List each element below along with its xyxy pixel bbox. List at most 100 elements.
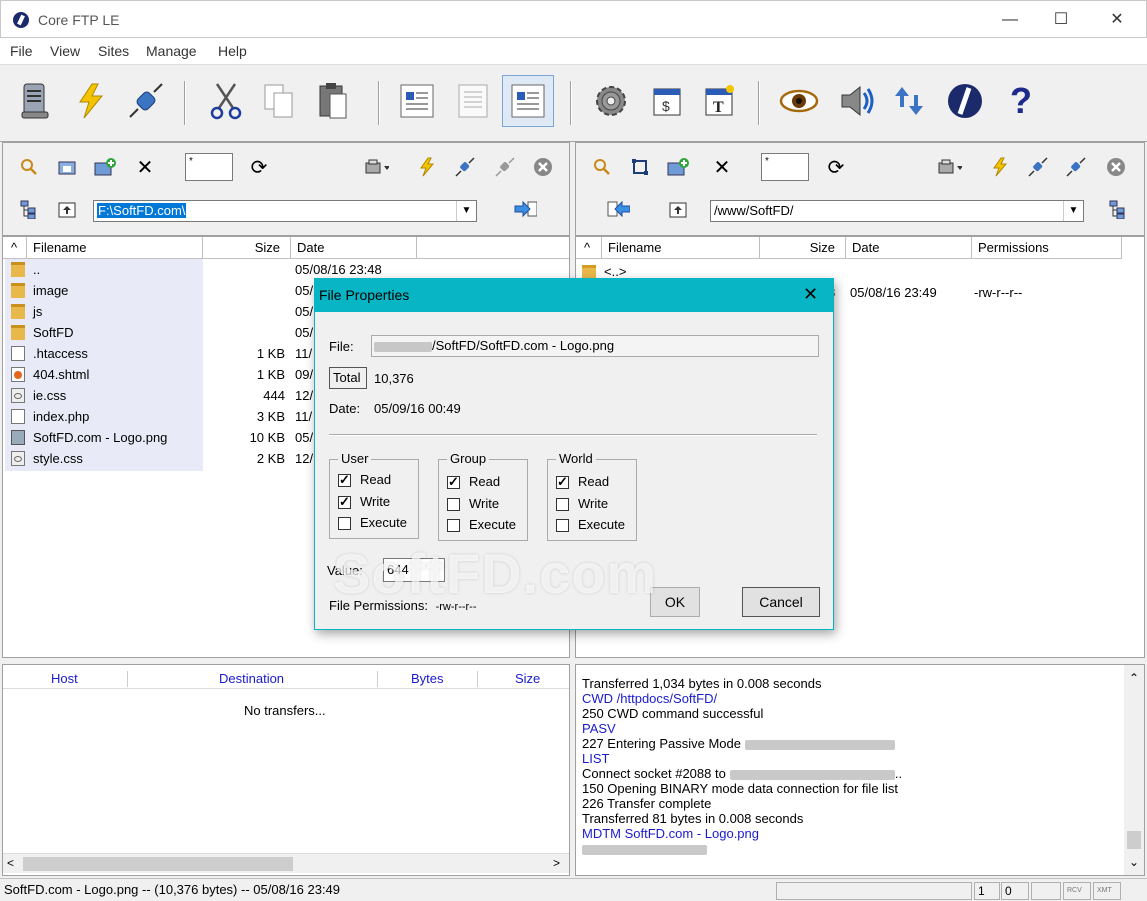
checkbox-label: Read [578, 474, 610, 489]
table-row[interactable]: .. 05/08/16 23:48 [7, 259, 567, 280]
coreftp-logo-icon[interactable] [944, 80, 986, 122]
template-icon[interactable]: T [698, 80, 740, 122]
view-icons-icon[interactable] [502, 75, 554, 127]
transfer-icon[interactable] [888, 80, 930, 122]
column-header-filename[interactable]: Filename [602, 237, 760, 259]
group-write-checkbox[interactable]: Write [447, 496, 499, 512]
vertical-scrollbar[interactable]: ⌃ ⌄ [1124, 665, 1144, 875]
folder-tree-icon[interactable] [17, 198, 41, 220]
drive-select-icon[interactable] [365, 156, 389, 178]
permission-value-input[interactable]: 644 [383, 558, 445, 582]
chevron-down-icon[interactable]: ▼ [1063, 201, 1083, 221]
scrollbar-thumb[interactable] [23, 857, 293, 871]
site-manager-icon[interactable] [14, 80, 56, 122]
user-write-checkbox[interactable]: Write [338, 494, 390, 510]
connect-icon[interactable] [126, 80, 168, 122]
select-icon[interactable] [628, 156, 652, 178]
menu-file[interactable]: File [10, 43, 33, 59]
close-window-button[interactable]: ✕ [1094, 7, 1140, 33]
horizontal-scrollbar[interactable]: < > [3, 853, 569, 873]
world-write-checkbox[interactable]: Write [556, 496, 608, 512]
refresh-folder-icon[interactable] [55, 156, 79, 178]
disconnect-icon[interactable] [493, 156, 517, 178]
scheduler-icon[interactable]: $ [646, 80, 688, 122]
column-header-size[interactable]: Size [203, 237, 291, 259]
cut-icon[interactable] [205, 80, 247, 122]
quick-connect-small-icon[interactable] [415, 156, 439, 178]
world-execute-checkbox[interactable]: Execute [556, 517, 625, 533]
log-text: Transferred 1,034 bytes in 0.008 seconds [582, 676, 822, 691]
scrollbar-thumb[interactable] [1127, 831, 1141, 849]
connect-small-icon[interactable] [1026, 156, 1050, 178]
group-read-checkbox[interactable]: Read [447, 474, 500, 490]
remote-filter-input[interactable]: * [761, 153, 809, 181]
view-list-icon[interactable] [396, 80, 438, 122]
parent-folder-icon[interactable] [666, 198, 690, 220]
search-icon[interactable] [17, 156, 41, 178]
menu-manage[interactable]: Manage [146, 43, 197, 59]
view-icon[interactable] [778, 80, 820, 122]
copy-icon[interactable] [258, 80, 300, 122]
menu-help[interactable]: Help [218, 43, 247, 59]
column-header-bytes[interactable]: Bytes [411, 671, 444, 686]
refresh-icon[interactable]: ⟳ [247, 156, 271, 179]
settings-icon[interactable] [590, 80, 632, 122]
world-read-checkbox[interactable]: Read [556, 474, 610, 490]
connect-small-icon[interactable] [453, 156, 477, 178]
scroll-up-icon[interactable]: ⌃ [1129, 671, 1139, 685]
cancel-button[interactable]: Cancel [742, 587, 820, 617]
user-execute-checkbox[interactable]: Execute [338, 515, 407, 531]
new-folder-icon[interactable] [666, 156, 690, 178]
parent-folder-icon[interactable] [55, 198, 79, 220]
group-execute-checkbox[interactable]: Execute [447, 517, 516, 533]
delete-icon[interactable]: ✕ [710, 156, 734, 179]
file-size: 1 KB [256, 367, 285, 382]
scroll-down-icon[interactable]: ⌄ [1129, 855, 1139, 869]
disconnect-icon[interactable] [1064, 156, 1088, 178]
quick-connect-icon[interactable] [70, 80, 112, 122]
column-header-permissions[interactable]: Permissions [972, 237, 1122, 259]
search-icon[interactable] [590, 156, 614, 178]
abort-icon[interactable] [1104, 156, 1128, 178]
upload-arrow-icon[interactable] [513, 198, 537, 220]
column-header-host[interactable]: Host [51, 671, 78, 686]
transfer-queue[interactable]: Host Destination Bytes Size No transfers… [2, 664, 570, 876]
help-icon[interactable]: ? [1000, 80, 1042, 122]
column-header-date[interactable]: Date [291, 237, 417, 259]
scroll-right-icon[interactable]: > [553, 856, 560, 870]
drive-select-icon[interactable] [938, 156, 962, 178]
column-header-size[interactable]: Size [760, 237, 846, 259]
sound-icon[interactable] [836, 80, 878, 122]
column-header-date[interactable]: Date [846, 237, 972, 259]
folder-tree-icon[interactable] [1106, 198, 1130, 220]
user-read-checkbox[interactable]: Read [338, 472, 391, 488]
minimize-button[interactable]: — [987, 7, 1033, 33]
quick-connect-small-icon[interactable] [988, 156, 1012, 178]
menu-sites[interactable]: Sites [98, 43, 129, 59]
view-details-icon[interactable] [452, 80, 494, 122]
column-header-destination[interactable]: Destination [219, 671, 284, 686]
sort-indicator[interactable]: ^ [576, 237, 602, 259]
column-header-filename[interactable]: Filename [27, 237, 203, 259]
maximize-button[interactable]: ☐ [1038, 7, 1084, 33]
paste-icon[interactable] [312, 80, 354, 122]
local-path-input[interactable]: F:\SoftFD.com\ ▼ [93, 200, 477, 222]
menu-view[interactable]: View [50, 43, 80, 59]
abort-icon[interactable] [531, 156, 555, 178]
delete-icon[interactable]: ✕ [133, 156, 157, 179]
file-label: File: [329, 339, 354, 354]
ok-button[interactable]: OK [650, 587, 700, 617]
log-panel[interactable]: Transferred 1,034 bytes in 0.008 seconds… [575, 664, 1145, 876]
chevron-down-icon[interactable]: ▼ [456, 201, 476, 221]
log-text: Transferred 81 bytes in 0.008 seconds [582, 811, 804, 826]
new-folder-icon[interactable] [93, 156, 117, 178]
column-header-size[interactable]: Size [515, 671, 540, 686]
sort-indicator[interactable]: ^ [3, 237, 27, 259]
download-arrow-icon[interactable] [606, 198, 630, 220]
scroll-left-icon[interactable]: < [7, 856, 14, 870]
refresh-icon[interactable]: ⟳ [824, 156, 848, 179]
remote-path-input[interactable]: /www/SoftFD/ ▼ [710, 200, 1084, 222]
local-filter-input[interactable]: * [185, 153, 233, 181]
file-path-field[interactable]: /SoftFD/SoftFD.com - Logo.png [371, 335, 819, 357]
dialog-close-icon[interactable]: ✕ [803, 284, 818, 305]
